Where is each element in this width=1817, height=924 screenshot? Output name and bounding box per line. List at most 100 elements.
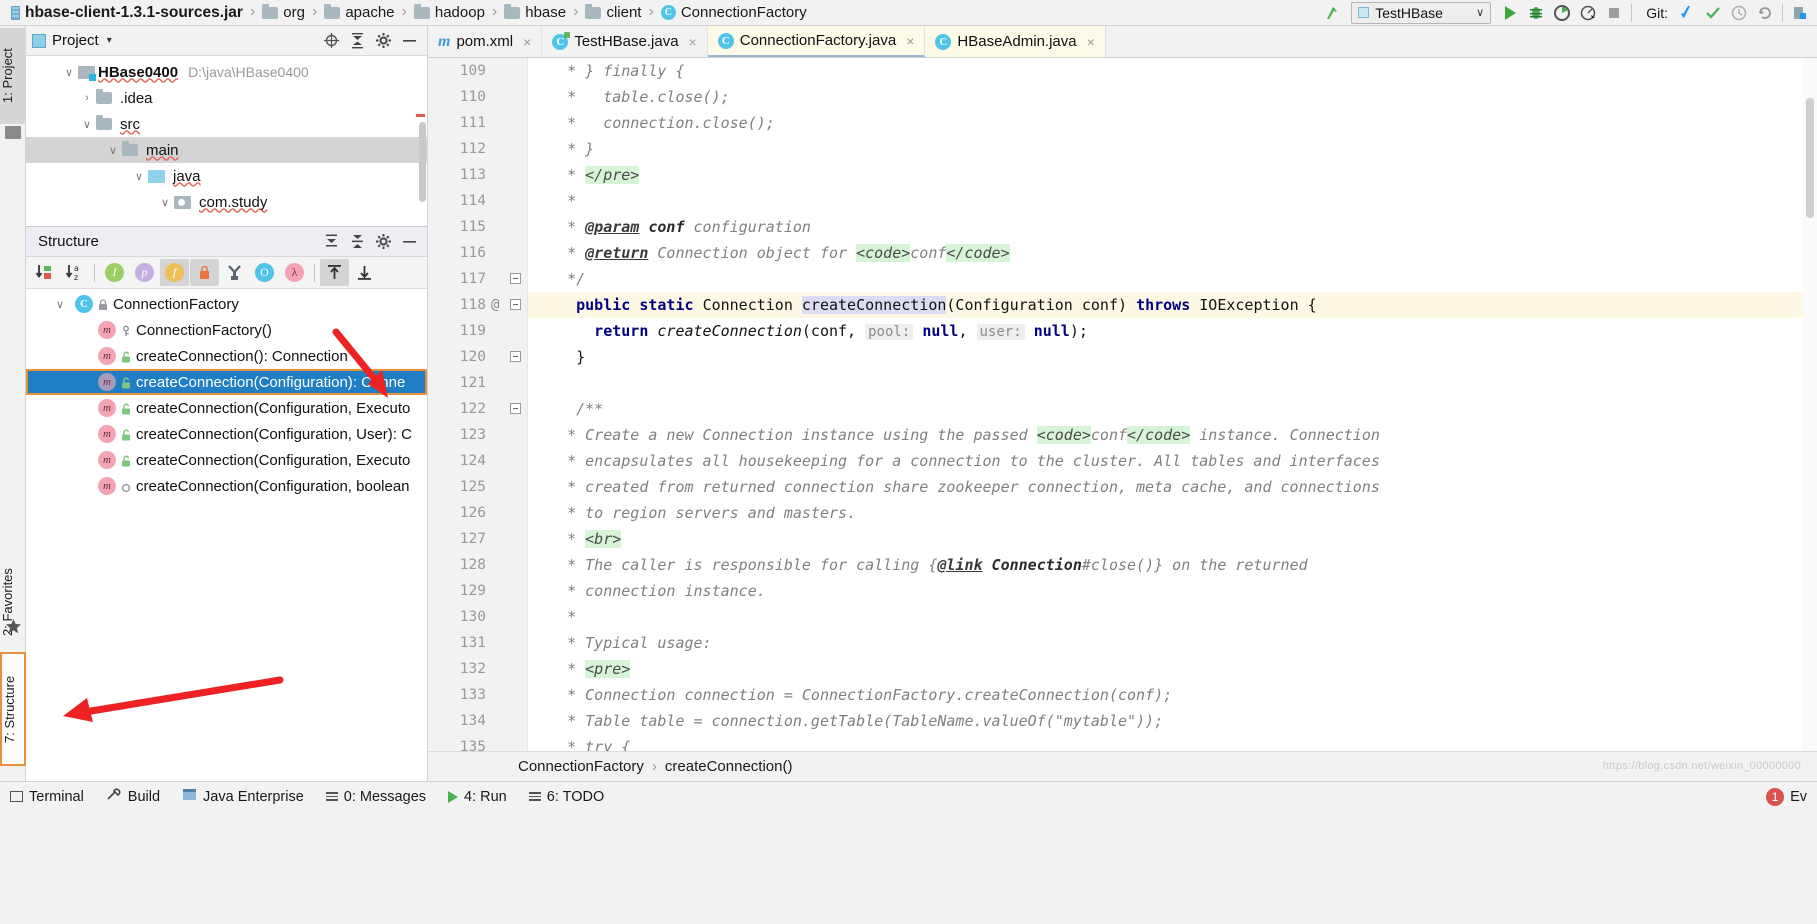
sort-by-visibility-icon[interactable] [30,259,59,286]
tree-row-idea[interactable]: › .idea [26,85,427,111]
rollback-icon[interactable] [1752,1,1778,25]
tab-testhbase-java[interactable]: C TestHBase.java × [542,26,708,57]
code-line[interactable]: * Connection connection = ConnectionFact… [528,682,1817,708]
status-item-terminal[interactable]: Terminal [0,782,94,812]
search-everywhere-icon[interactable] [1787,1,1813,25]
profile-icon[interactable] [1575,1,1601,25]
chevron-expand-icon[interactable]: ∨ [56,298,70,311]
collapse-all-icon[interactable] [345,29,369,53]
code-line[interactable]: * } [528,136,1817,162]
breadcrumb-class[interactable]: ConnectionFactory [518,758,644,775]
status-item-run[interactable]: 4: Run [438,782,517,812]
structure-tree[interactable]: ∨ C ConnectionFactory m ConnectionFactor… [26,289,427,499]
show-lambdas-icon[interactable]: λ [280,259,309,286]
show-properties-icon[interactable]: p [130,259,159,286]
sidebar-item-project[interactable]: 1: Project [0,28,26,124]
status-item-messages[interactable]: 0: Messages [316,782,436,812]
commit-icon[interactable] [1700,1,1726,25]
code-line[interactable]: * to region servers and masters. [528,500,1817,526]
fold-toggle-icon[interactable] [510,299,521,310]
code-line[interactable]: * The caller is responsible for calling … [528,552,1817,578]
tree-row-hbase0400[interactable]: ∨ HBase0400 D:\java\HBase0400 [26,59,427,85]
chevron-expand-icon[interactable]: ∨ [156,196,174,209]
structure-row-createconnection-boolean[interactable]: m createConnection(Configuration, boolea… [26,473,427,499]
code-line[interactable]: return createConnection(conf, pool: null… [528,318,1817,344]
code-line[interactable]: public static Connection createConnectio… [528,292,1803,318]
structure-row-createconnection-executor[interactable]: m createConnection(Configuration, Execut… [26,395,427,421]
fold-marker-column[interactable]: @ [428,58,528,751]
tree-row-src[interactable]: ∨ src [26,111,427,137]
code-line[interactable]: * Typical usage: [528,630,1817,656]
project-scrollbar[interactable] [418,60,427,220]
tree-row-java[interactable]: ∨ java [26,163,427,189]
status-item-event-log[interactable]: 1 Ev [1756,782,1817,812]
chevron-collapsed-icon[interactable]: › [78,92,96,104]
code-line[interactable]: * } finally { [528,58,1817,84]
chevron-expand-icon[interactable]: ∨ [130,170,148,183]
tree-row-com-study[interactable]: ∨ com.study [26,189,427,215]
status-item-todo[interactable]: 6: TODO [519,782,614,812]
fold-toggle-icon[interactable] [510,351,521,362]
code-line[interactable]: * table.close(); [528,84,1817,110]
autoscroll-to-source-icon[interactable] [320,259,349,286]
locate-icon[interactable] [319,29,343,53]
chevron-down-icon[interactable]: ▾ [107,35,112,46]
debug-icon[interactable] [1523,1,1549,25]
autoscroll-from-source-icon[interactable] [350,259,379,286]
project-tree[interactable]: ∨ HBase0400 D:\java\HBase0400 › .idea ∨ … [26,56,427,215]
code-line[interactable]: * <br> [528,526,1817,552]
close-icon[interactable]: × [1087,34,1095,50]
code-line[interactable]: * @param conf configuration [528,214,1817,240]
sidebar-item-structure[interactable]: 7: Structure [0,652,26,766]
code-line[interactable]: } [528,344,1817,370]
run-with-coverage-icon[interactable] [1549,1,1575,25]
code-line[interactable]: * Create a new Connection instance using… [528,422,1817,448]
code-line[interactable]: * [528,604,1817,630]
show-non-public-icon[interactable] [190,259,219,286]
hide-panel-icon[interactable] [397,230,421,254]
code-line[interactable]: * try { [528,734,1817,751]
code-line[interactable]: * @return Connection object for <code>co… [528,240,1817,266]
sort-alphabetically-icon[interactable]: az [60,259,89,286]
code-line[interactable]: * encapsulates all housekeeping for a co… [528,448,1817,474]
code-line[interactable]: * </pre> [528,162,1817,188]
chevron-expand-icon[interactable]: ∨ [60,66,78,79]
stop-icon[interactable] [1601,1,1627,25]
tab-connectionfactory-java[interactable]: C ConnectionFactory.java × [707,26,926,57]
history-icon[interactable] [1726,1,1752,25]
hide-panel-icon[interactable] [397,29,421,53]
chevron-expand-icon[interactable]: ∨ [104,144,122,157]
show-anonymous-classes-icon[interactable]: O [250,259,279,286]
settings-gear-icon[interactable] [371,29,395,53]
run-configuration-selector[interactable]: TestHBase ∨ [1351,1,1492,24]
breadcrumb-item-client[interactable]: client [582,0,644,26]
annotation-marker[interactable]: @ [491,292,499,318]
update-project-icon[interactable] [1674,1,1700,25]
structure-row-createconnection-configuration[interactable]: m createConnection(Configuration): Conne [26,369,427,395]
breadcrumb-item-jar[interactable]: hbase-client-1.3.1-sources.jar [8,0,246,26]
editor-scrollbar[interactable] [1803,58,1817,751]
code-line[interactable]: */ [528,266,1817,292]
breadcrumb-item-org[interactable]: org [259,0,308,26]
structure-row-constructor[interactable]: m ConnectionFactory() [26,317,427,343]
show-fields-icon[interactable]: f [160,259,189,286]
code-line[interactable]: * connection instance. [528,578,1817,604]
breadcrumb-item-hbase[interactable]: hbase [501,0,569,26]
fold-toggle-icon[interactable] [510,273,521,284]
structure-row-createconnection-executor-user[interactable]: m createConnection(Configuration, Execut… [26,447,427,473]
structure-row-createconnection[interactable]: m createConnection(): Connection [26,343,427,369]
fold-toggle-icon[interactable] [510,403,521,414]
code-line[interactable]: * [528,188,1817,214]
code-line[interactable]: * Table table = connection.getTable(Tabl… [528,708,1817,734]
status-item-build[interactable]: Build [96,782,170,812]
breadcrumb-item-hadoop[interactable]: hadoop [411,0,488,26]
code-line[interactable]: * created from returned connection share… [528,474,1817,500]
breadcrumb-method[interactable]: createConnection() [665,758,793,775]
code-line[interactable]: * connection.close(); [528,110,1817,136]
tab-pom-xml[interactable]: m pom.xml × [428,26,543,57]
code-editor[interactable]: 109 110 111 112 113 114 115 116 117 118 119 120 121 1… [428,58,1817,751]
expand-all-icon[interactable] [319,230,343,254]
tab-hbaseadmin-java[interactable]: C HBaseAdmin.java × [925,26,1106,57]
code-content[interactable]: * } finally { * table.close(); * connect… [528,58,1817,751]
show-inherited-icon[interactable]: I [100,259,129,286]
